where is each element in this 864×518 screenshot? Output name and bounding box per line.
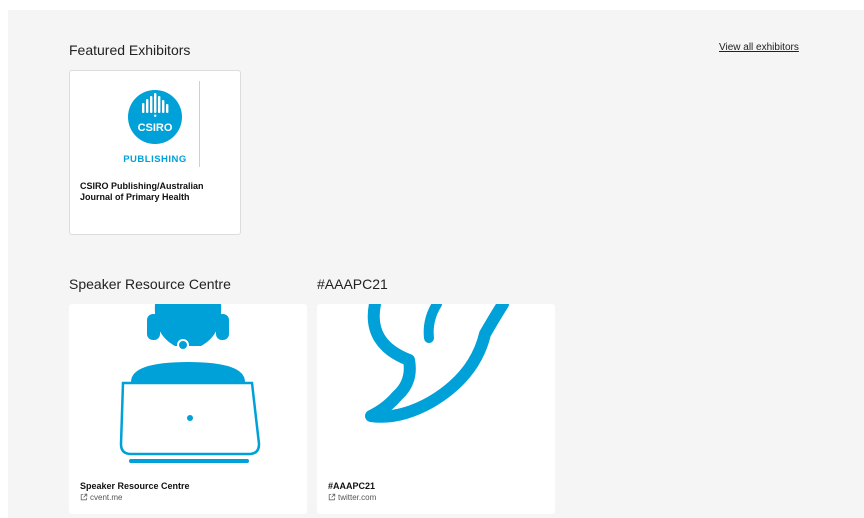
exhibitor-card[interactable]: CSIRO PUBLISHING CSIRO Publishing/Austra… [69, 70, 241, 235]
speaker-card-title: Speaker Resource Centre [80, 481, 190, 491]
featured-exhibitors-title: Featured Exhibitors [69, 42, 191, 58]
external-link-icon [80, 493, 88, 501]
speaker-resource-section-title: Speaker Resource Centre [69, 276, 231, 292]
speaker-card-link[interactable]: cvent.me [80, 493, 122, 502]
csiro-publishing-logo: CSIRO PUBLISHING [70, 79, 240, 179]
headset-person-laptop-icon [69, 304, 307, 469]
twitter-bird-icon [317, 304, 555, 469]
twitter-card-link[interactable]: twitter.com [328, 493, 376, 502]
twitter-card[interactable]: #AAAPC21 twitter.com [317, 304, 555, 514]
hashtag-section-title: #AAAPC21 [317, 276, 388, 292]
csiro-logo-text: CSIRO [138, 122, 173, 134]
view-all-exhibitors-link[interactable]: View all exhibitors [719, 42, 799, 53]
logo-divider [199, 81, 200, 167]
twitter-card-title: #AAAPC21 [328, 481, 376, 491]
publishing-logo-text: PUBLISHING [123, 154, 187, 165]
exhibitor-name: CSIRO Publishing/Australian Journal of P… [80, 181, 204, 202]
external-link-icon [328, 493, 336, 501]
speaker-resource-card[interactable]: Speaker Resource Centre cvent.me [69, 304, 307, 514]
twitter-link-text: twitter.com [338, 493, 377, 502]
speaker-link-text: cvent.me [90, 493, 123, 502]
